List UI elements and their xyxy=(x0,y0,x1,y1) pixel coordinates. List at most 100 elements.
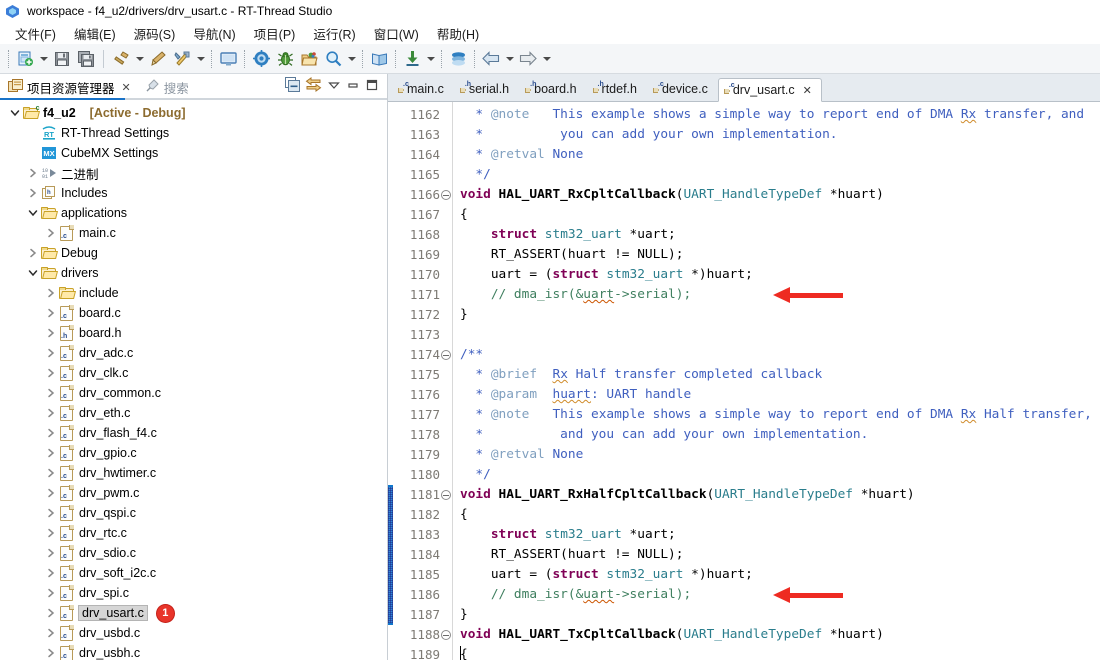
menu-file[interactable]: 文件(F) xyxy=(6,22,65,45)
debug-bug-icon[interactable] xyxy=(273,46,297,72)
build-hammer-icon[interactable] xyxy=(109,46,133,72)
chevron-right-icon[interactable] xyxy=(44,568,58,578)
layers-icon[interactable] xyxy=(446,46,470,72)
open-package-icon[interactable] xyxy=(297,46,321,72)
chevron-down-icon[interactable] xyxy=(8,108,22,118)
tree-item-drv_adc-c[interactable]: .cdrv_adc.c xyxy=(0,343,387,363)
code-viewport[interactable]: 1162116311641165116611671168116911701171… xyxy=(388,102,1100,660)
tree-item-drv_sdio-c[interactable]: .cdrv_sdio.c xyxy=(0,543,387,563)
terminal-icon[interactable] xyxy=(216,46,240,72)
tree-item-board-c[interactable]: .cboard.c xyxy=(0,303,387,323)
fold-collapse-icon[interactable] xyxy=(441,190,451,200)
menu-navigate[interactable]: 导航(N) xyxy=(184,22,244,45)
tree-item-board-h[interactable]: .hboard.h xyxy=(0,323,387,343)
tree-item-drv_rtc-c[interactable]: .cdrv_rtc.c xyxy=(0,523,387,543)
chevron-right-icon[interactable] xyxy=(26,188,40,198)
chevron-right-icon[interactable] xyxy=(44,348,58,358)
download-icon[interactable] xyxy=(400,46,424,72)
editor-tab-rtdef-h[interactable]: .hrtdef.h xyxy=(587,77,647,101)
chevron-right-icon[interactable] xyxy=(44,608,58,618)
build-dropdown-icon[interactable] xyxy=(133,46,146,72)
download-dropdown-icon[interactable] xyxy=(424,46,437,72)
tab-project-explorer[interactable]: 项目资源管理器 ✕ xyxy=(4,76,135,99)
new-project-icon[interactable] xyxy=(13,46,37,72)
tree-item-drv_usbh-c[interactable]: .cdrv_usbh.c xyxy=(0,643,387,660)
chevron-right-icon[interactable] xyxy=(44,428,58,438)
editor-tab-main-c[interactable]: .cmain.c xyxy=(392,77,454,101)
tree-item-drv_spi-c[interactable]: .cdrv_spi.c xyxy=(0,583,387,603)
menu-run[interactable]: 运行(R) xyxy=(304,22,364,45)
chevron-right-icon[interactable] xyxy=(44,448,58,458)
book-icon[interactable] xyxy=(367,46,391,72)
editor-tab-serial-h[interactable]: .hserial.h xyxy=(454,77,519,101)
editor-tab-close-icon[interactable]: ✕ xyxy=(803,84,812,97)
tab-search[interactable]: 搜索 xyxy=(141,76,193,99)
tree-item-include[interactable]: include xyxy=(0,283,387,303)
chevron-right-icon[interactable] xyxy=(44,328,58,338)
chevron-right-icon[interactable] xyxy=(44,488,58,498)
chevron-right-icon[interactable] xyxy=(44,548,58,558)
editor-tab-drv_usart-c[interactable]: .cdrv_usart.c✕ xyxy=(718,78,822,102)
chevron-down-icon[interactable] xyxy=(26,208,40,218)
chevron-right-icon[interactable] xyxy=(44,508,58,518)
source-code[interactable]: * @note This example shows a simple way … xyxy=(453,102,1100,660)
fold-collapse-icon[interactable] xyxy=(441,490,451,500)
chevron-right-icon[interactable] xyxy=(26,168,40,178)
new-project-dropdown-icon[interactable] xyxy=(37,46,50,72)
chevron-right-icon[interactable] xyxy=(44,648,58,658)
menu-window[interactable]: 窗口(W) xyxy=(365,22,428,45)
chevron-right-icon[interactable] xyxy=(44,628,58,638)
tree-item-drv_soft_i2c-c[interactable]: .cdrv_soft_i2c.c xyxy=(0,563,387,583)
tree-item-includes[interactable]: hIncludes xyxy=(0,183,387,203)
chevron-right-icon[interactable] xyxy=(44,388,58,398)
tree-item-f4_u2[interactable]: cf4_u2[Active - Debug] xyxy=(0,103,387,123)
chevron-right-icon[interactable] xyxy=(44,528,58,538)
back-dropdown-icon[interactable] xyxy=(503,46,516,72)
tree-item-drv_pwm-c[interactable]: .cdrv_pwm.c xyxy=(0,483,387,503)
search-icon[interactable] xyxy=(321,46,345,72)
tree-item-drv_flash_f4-c[interactable]: .cdrv_flash_f4.c xyxy=(0,423,387,443)
menu-edit[interactable]: 编辑(E) xyxy=(65,22,125,45)
tree-item-main-c[interactable]: .cmain.c xyxy=(0,223,387,243)
view-menu-icon[interactable] xyxy=(327,78,341,97)
chevron-right-icon[interactable] xyxy=(44,308,58,318)
chevron-right-icon[interactable] xyxy=(44,408,58,418)
chevron-right-icon[interactable] xyxy=(44,368,58,378)
build-config-dropdown-icon[interactable] xyxy=(194,46,207,72)
minimize-icon[interactable] xyxy=(346,78,360,97)
tree-item-drv_eth-c[interactable]: .cdrv_eth.c xyxy=(0,403,387,423)
chevron-right-icon[interactable] xyxy=(44,288,58,298)
tree-item-drv_usart-c[interactable]: .cdrv_usart.c1 xyxy=(0,603,387,623)
tree-item-drv_hwtimer-c[interactable]: .cdrv_hwtimer.c xyxy=(0,463,387,483)
chevron-down-icon[interactable] xyxy=(26,268,40,278)
menu-source[interactable]: 源码(S) xyxy=(125,22,185,45)
fold-collapse-icon[interactable] xyxy=(441,350,451,360)
save-icon[interactable] xyxy=(50,46,74,72)
forward-arrow-icon[interactable] xyxy=(516,46,540,72)
build-config-icon[interactable] xyxy=(170,46,194,72)
settings-gear-icon[interactable] xyxy=(249,46,273,72)
forward-dropdown-icon[interactable] xyxy=(540,46,553,72)
tree-item-drv_usbd-c[interactable]: .cdrv_usbd.c xyxy=(0,623,387,643)
search-dropdown-icon[interactable] xyxy=(345,46,358,72)
tree-item-cubemx-settings[interactable]: MXCubeMX Settings xyxy=(0,143,387,163)
tree-item-debug[interactable]: Debug xyxy=(0,243,387,263)
maximize-icon[interactable] xyxy=(365,78,379,97)
menu-help[interactable]: 帮助(H) xyxy=(428,22,488,45)
tree-item-applications[interactable]: applications xyxy=(0,203,387,223)
chevron-right-icon[interactable] xyxy=(26,248,40,258)
tree-item-drv_qspi-c[interactable]: .cdrv_qspi.c xyxy=(0,503,387,523)
tree-item-drv_common-c[interactable]: .cdrv_common.c xyxy=(0,383,387,403)
editor-tab-device-c[interactable]: .cdevice.c xyxy=(647,77,718,101)
fold-collapse-icon[interactable] xyxy=(441,630,451,640)
clean-icon[interactable] xyxy=(146,46,170,72)
chevron-right-icon[interactable] xyxy=(44,228,58,238)
save-all-icon[interactable] xyxy=(74,46,98,72)
link-with-editor-icon[interactable] xyxy=(305,77,322,97)
tree-item-drv_clk-c[interactable]: .cdrv_clk.c xyxy=(0,363,387,383)
tree-item-drv_gpio-c[interactable]: .cdrv_gpio.c xyxy=(0,443,387,463)
collapse-all-icon[interactable] xyxy=(285,77,300,97)
editor-tab-board-h[interactable]: .hboard.h xyxy=(519,77,586,101)
tree-item-drivers[interactable]: drivers xyxy=(0,263,387,283)
close-icon[interactable]: ✕ xyxy=(122,81,131,94)
